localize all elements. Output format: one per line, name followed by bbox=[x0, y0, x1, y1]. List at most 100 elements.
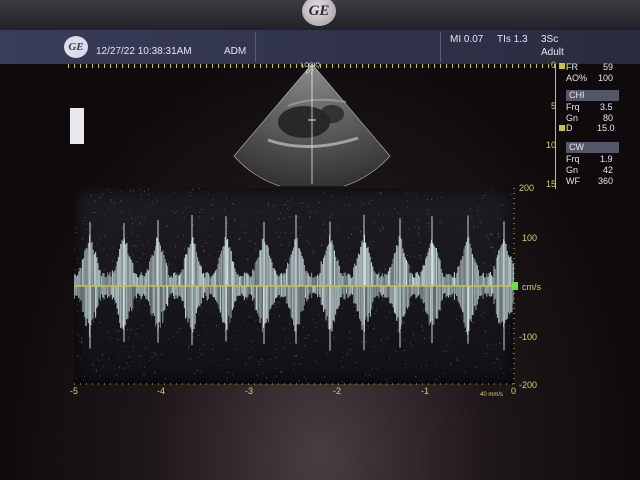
noise-speckle bbox=[500, 205, 501, 207]
noise-speckle bbox=[442, 236, 444, 238]
chi-d-value: 15.0 bbox=[597, 123, 615, 133]
noise-speckle bbox=[127, 329, 129, 330]
noise-speckle bbox=[204, 251, 206, 253]
noise-speckle bbox=[323, 192, 325, 193]
noise-speckle bbox=[147, 188, 149, 190]
noise-speckle bbox=[133, 254, 135, 256]
noise-speckle bbox=[340, 360, 342, 362]
noise-speckle bbox=[382, 336, 384, 338]
noise-speckle bbox=[406, 254, 408, 256]
noise-speckle bbox=[303, 337, 305, 339]
noise-speckle bbox=[215, 353, 217, 355]
noise-speckle bbox=[309, 216, 311, 218]
noise-speckle bbox=[289, 322, 290, 324]
noise-speckle bbox=[477, 214, 479, 216]
noise-speckle bbox=[213, 312, 215, 314]
noise-speckle bbox=[396, 330, 398, 332]
noise-speckle bbox=[333, 336, 335, 338]
noise-speckle bbox=[140, 194, 142, 196]
noise-speckle bbox=[191, 349, 193, 351]
noise-speckle bbox=[496, 357, 498, 359]
noise-speckle bbox=[302, 202, 304, 204]
noise-speckle bbox=[255, 320, 257, 322]
exam-datetime: 12/27/22 10:38:31AM bbox=[96, 46, 192, 57]
noise-speckle bbox=[118, 330, 120, 332]
noise-speckle bbox=[378, 351, 380, 353]
noise-speckle bbox=[374, 313, 376, 315]
noise-speckle bbox=[85, 229, 87, 231]
noise-speckle bbox=[139, 222, 141, 224]
noise-speckle bbox=[295, 355, 297, 356]
noise-speckle bbox=[381, 226, 383, 228]
noise-speckle bbox=[79, 359, 81, 361]
noise-speckle bbox=[181, 197, 183, 199]
noise-speckle bbox=[289, 216, 291, 218]
noise-speckle bbox=[279, 315, 280, 317]
preset-name: Adult bbox=[541, 47, 564, 58]
noise-speckle bbox=[121, 212, 123, 214]
noise-speckle bbox=[324, 376, 325, 378]
noise-speckle bbox=[274, 348, 276, 350]
noise-speckle bbox=[189, 206, 191, 208]
noise-speckle bbox=[386, 379, 388, 381]
noise-speckle bbox=[511, 352, 513, 354]
noise-speckle bbox=[144, 366, 146, 368]
noise-speckle bbox=[495, 343, 497, 345]
cw-section-header: CW bbox=[566, 142, 619, 153]
noise-speckle bbox=[419, 242, 421, 244]
noise-speckle bbox=[491, 233, 493, 235]
noise-speckle bbox=[285, 259, 286, 261]
noise-speckle bbox=[77, 257, 79, 259]
noise-speckle bbox=[181, 211, 183, 213]
noise-speckle bbox=[277, 218, 279, 220]
noise-speckle bbox=[114, 301, 115, 303]
noise-speckle bbox=[420, 365, 422, 367]
noise-speckle bbox=[388, 311, 390, 313]
noise-speckle bbox=[298, 381, 299, 383]
noise-speckle bbox=[216, 324, 217, 326]
noise-speckle bbox=[379, 229, 381, 231]
noise-speckle bbox=[278, 301, 280, 303]
noise-speckle bbox=[111, 219, 113, 221]
noise-speckle bbox=[490, 235, 492, 236]
noise-speckle bbox=[207, 193, 209, 195]
noise-speckle bbox=[486, 235, 488, 237]
noise-speckle bbox=[494, 251, 496, 252]
noise-speckle bbox=[113, 313, 115, 315]
noise-speckle bbox=[479, 220, 481, 222]
noise-speckle bbox=[450, 364, 452, 366]
noise-speckle bbox=[473, 226, 475, 228]
noise-speckle bbox=[337, 225, 339, 227]
noise-speckle bbox=[384, 377, 386, 379]
noise-speckle bbox=[411, 303, 413, 305]
noise-speckle bbox=[420, 380, 422, 382]
noise-speckle bbox=[75, 370, 76, 372]
noise-speckle bbox=[374, 222, 376, 224]
noise-speckle bbox=[142, 325, 143, 327]
time-tick: -2 bbox=[333, 386, 342, 396]
noise-speckle bbox=[247, 298, 249, 300]
noise-speckle bbox=[266, 377, 268, 379]
thermal-index: TIs 1.3 bbox=[497, 34, 528, 45]
noise-speckle bbox=[200, 371, 202, 373]
noise-speckle bbox=[415, 376, 417, 378]
noise-speckle bbox=[363, 202, 365, 204]
noise-speckle bbox=[240, 345, 242, 347]
noise-speckle bbox=[243, 320, 245, 322]
noise-speckle bbox=[81, 342, 83, 344]
noise-speckle bbox=[293, 231, 295, 233]
noise-speckle bbox=[172, 263, 174, 265]
noise-speckle bbox=[346, 196, 348, 198]
noise-speckle bbox=[338, 188, 340, 190]
noise-speckle bbox=[168, 338, 170, 340]
noise-speckle bbox=[418, 233, 420, 235]
noise-speckle bbox=[433, 225, 435, 227]
noise-speckle bbox=[245, 301, 247, 303]
noise-speckle bbox=[321, 243, 323, 245]
noise-speckle bbox=[154, 372, 156, 373]
noise-speckle bbox=[132, 346, 134, 348]
chi-gn-value: 80 bbox=[603, 113, 614, 123]
noise-speckle bbox=[130, 231, 132, 233]
noise-speckle bbox=[137, 216, 139, 218]
noise-speckle bbox=[82, 220, 84, 222]
